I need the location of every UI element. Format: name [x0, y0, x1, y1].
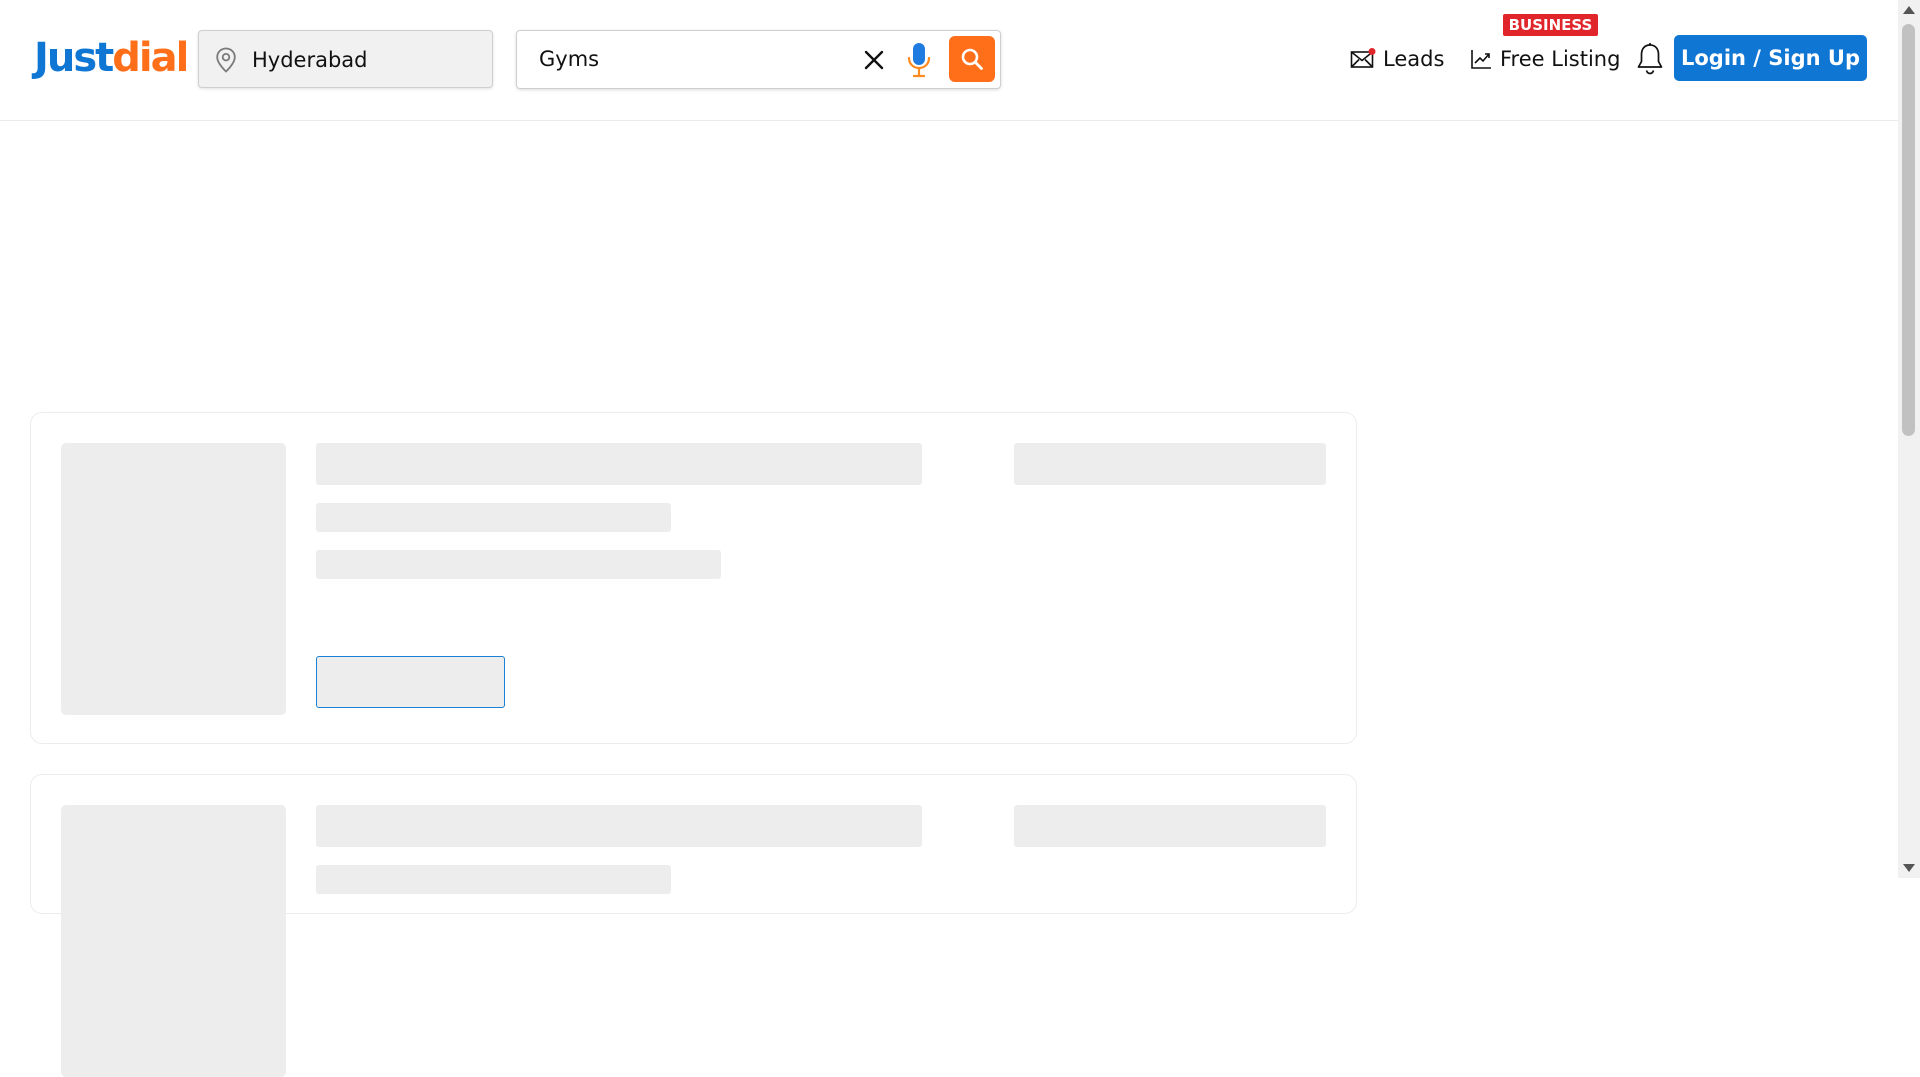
clear-search-icon[interactable]: [863, 49, 885, 71]
search-button[interactable]: [949, 36, 995, 82]
skeleton-side-block: [1014, 805, 1326, 847]
location-input[interactable]: Hyderabad: [198, 30, 493, 88]
free-listing-label: Free Listing: [1500, 47, 1621, 71]
skeleton-line: [316, 550, 721, 579]
scroll-down-arrow-icon[interactable]: [1903, 864, 1915, 872]
search-icon: [961, 48, 983, 70]
login-signup-button[interactable]: Login / Sign Up: [1674, 35, 1867, 81]
skeleton-button[interactable]: [316, 656, 505, 708]
vertical-scrollbar[interactable]: [1898, 0, 1920, 878]
justdial-logo[interactable]: Justdial: [34, 34, 189, 82]
logo-just: Just: [34, 35, 114, 81]
listing-card-placeholder: [30, 774, 1357, 1077]
microphone-icon[interactable]: [906, 42, 932, 78]
notification-bell-icon[interactable]: [1636, 42, 1664, 80]
scroll-up-arrow-icon[interactable]: [1903, 6, 1915, 14]
skeleton-image: [61, 443, 286, 715]
logo-dial: dial: [112, 35, 189, 81]
site-header: Justdial Hyderabad Gyms Leads BUSINESS F…: [0, 0, 1898, 121]
search-input[interactable]: Gyms: [516, 30, 1001, 89]
search-value: Gyms: [539, 47, 600, 71]
trending-chart-icon: [1470, 48, 1492, 78]
skeleton-image: [61, 805, 286, 1077]
location-value: Hyderabad: [252, 48, 368, 72]
skeleton-line: [316, 865, 671, 894]
leads-label: Leads: [1383, 47, 1445, 71]
skeleton-line: [316, 503, 671, 532]
mail-icon: [1350, 48, 1376, 78]
listing-card-placeholder: [30, 412, 1357, 744]
skeleton-title: [316, 805, 922, 847]
skeleton-side-block: [1014, 443, 1326, 485]
scrollbar-thumb[interactable]: [1902, 24, 1915, 436]
business-badge: BUSINESS: [1503, 14, 1598, 36]
location-pin-icon: [215, 47, 237, 77]
skeleton-title: [316, 443, 922, 485]
